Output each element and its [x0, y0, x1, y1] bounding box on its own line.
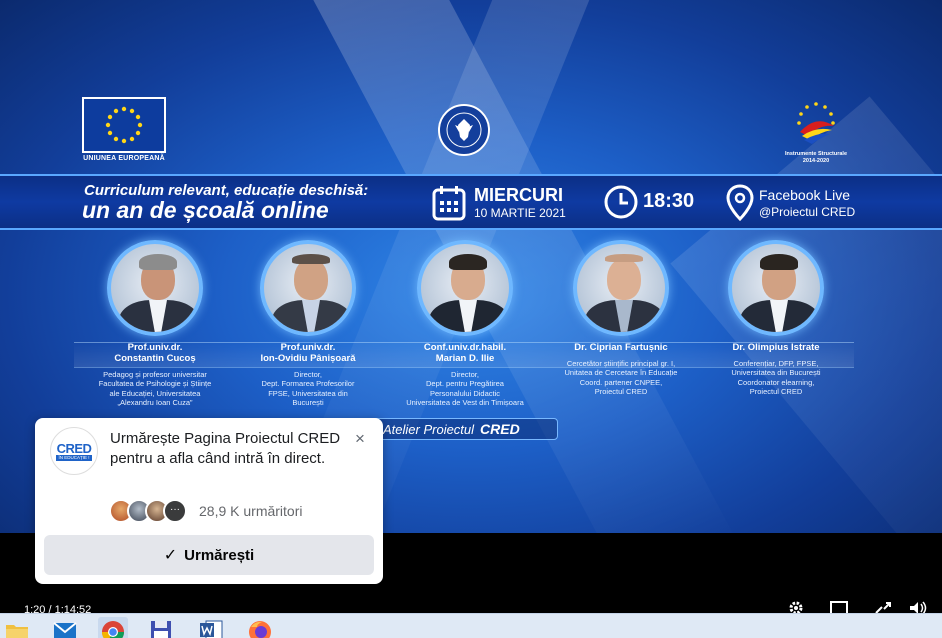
speaker-title: Conf.univ.dr.habil.	[423, 342, 507, 353]
live-handle: @Proiectul CRED	[759, 205, 856, 219]
more-followers-icon: ···	[163, 499, 187, 523]
word-icon[interactable]	[196, 617, 226, 638]
speaker-card: Dr. Ciprian Fartușnic Cercetător științi…	[542, 240, 700, 396]
speaker-name: Constantin Cucoș	[114, 353, 196, 364]
speaker-portrait	[573, 240, 669, 336]
close-icon[interactable]: ×	[351, 430, 369, 448]
speaker-description: Director, Dept. Formarea Profesorilor FPSE…	[261, 370, 355, 407]
clock-icon	[604, 185, 638, 219]
calendar-icon	[432, 186, 466, 221]
avatar-text: CRED	[56, 440, 92, 456]
atelier-logo: CRED	[480, 421, 520, 437]
follow-page-popup: CRED ÎN EDUCAȚIE ! Urmărește Pagina Proi…	[35, 418, 383, 584]
page-avatar[interactable]: CRED ÎN EDUCAȚIE !	[50, 427, 98, 475]
event-title-line2: un an de școală online	[82, 197, 329, 223]
live-platform: Facebook Live	[759, 187, 851, 203]
following-button[interactable]: ✓ Urmărești	[44, 535, 374, 575]
speaker-card: Prof.univ.dr. Ion-Ovidiu Pânișoară Direc…	[229, 240, 387, 407]
eu-label: UNIUNEA EUROPEANĂ	[83, 155, 165, 162]
speaker-name: Dr. Olimpius Istrate	[732, 342, 820, 353]
mail-icon[interactable]	[50, 617, 80, 638]
player-controls: 1:20 / 1:14:52	[0, 590, 942, 616]
screen: UNIUNEA EUROPEANĂ Instrumente Structural…	[0, 0, 942, 638]
speaker-title: Prof.univ.dr.	[280, 342, 336, 353]
event-date: 10 MARTIE 2021	[474, 206, 566, 220]
atelier-label: Atelier Proiectul	[383, 422, 475, 437]
event-day: MIERCURI	[474, 185, 563, 205]
speaker-description: Conferențiar, DFP, FPSE, Universitatea di…	[731, 359, 821, 396]
event-strip: Curriculum relevant, educație deschisă: …	[0, 174, 942, 230]
speaker-portrait	[417, 240, 513, 336]
followers-row: ··· 28,9 K urmăritori	[109, 498, 302, 524]
atelier-banner: Atelier Proiectul CRED	[362, 418, 558, 440]
save-icon[interactable]	[146, 617, 176, 638]
speaker-card: Dr. Olimpius Istrate Conferențiar, DFP, …	[697, 240, 855, 396]
location-pin-icon	[726, 184, 754, 222]
firefox-icon[interactable]	[245, 617, 275, 638]
taskbar	[0, 613, 942, 638]
speaker-card: Conf.univ.dr.habil. Marian D. Ilie Direc…	[386, 240, 544, 407]
eu-flag-icon	[82, 97, 166, 153]
check-icon: ✓	[163, 547, 178, 564]
is-label-line2: 2014-2020	[802, 158, 830, 164]
event-time: 18:30	[643, 190, 695, 212]
following-label: Urmărești	[184, 546, 255, 564]
avatar-subtext: ÎN EDUCAȚIE !	[56, 454, 92, 461]
speaker-name: Ion-Ovidiu Pânișoară	[260, 353, 356, 364]
structural-instruments-icon	[797, 102, 835, 144]
chrome-icon[interactable]	[98, 617, 128, 638]
speaker-portrait	[260, 240, 356, 336]
speaker-description: Cercetător științific principal gr. I, Un…	[564, 359, 678, 396]
speaker-name: Dr. Ciprian Fartușnic	[574, 342, 668, 353]
followers-count: 28,9 K urmăritori	[199, 503, 303, 519]
speaker-title: Prof.univ.dr.	[127, 342, 183, 353]
structural-instruments-logo: Instrumente Structurale 2014-2020	[780, 100, 852, 164]
speaker-portrait	[107, 240, 203, 336]
file-explorer-icon[interactable]	[2, 617, 32, 638]
speaker-name: Marian D. Ilie	[435, 353, 495, 364]
speaker-description: Pedagog și profesor universitar Facultate…	[98, 370, 212, 407]
eu-logo: UNIUNEA EUROPEANĂ	[82, 97, 166, 164]
speaker-description: Director, Dept. pentru Pregătirea Personal…	[406, 370, 524, 407]
is-label-line1: Instrumente Structurale	[784, 151, 848, 157]
government-seal-icon	[437, 103, 491, 157]
speaker-portrait	[728, 240, 824, 336]
speaker-card: Prof.univ.dr. Constantin Cucoș Pedagog ș…	[76, 240, 234, 407]
popup-message: Urmărește Pagina Proiectul CRED pentru a…	[110, 430, 341, 467]
